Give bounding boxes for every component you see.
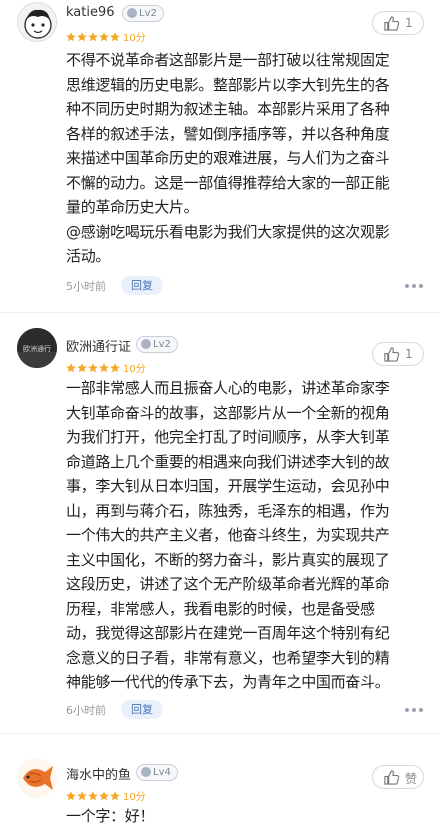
avatar-text: 欧洲通行	[23, 344, 51, 353]
content-line: 各样的叙述手法，譬如倒序插序等，并以各种角度	[66, 124, 390, 143]
content-line: 不得不说革命者这部影片是一部打破以往常规固定	[66, 51, 390, 69]
like-button[interactable]: 1	[372, 342, 424, 366]
content-line: 活动。	[66, 247, 111, 265]
content-line: 量的革命历史大片。	[66, 198, 199, 216]
content-line: 为我们打开，他完全打乱了时间顺序，从李大钊革	[66, 428, 390, 446]
star-icon	[99, 31, 109, 41]
avatar[interactable]: 欧洲通行	[17, 328, 57, 368]
timestamp: 5小时前	[66, 280, 106, 293]
content-line: 思维逻辑的历史电影。整部影片以李大钊先生的各	[66, 75, 390, 94]
username[interactable]: 欧洲通行证	[66, 336, 131, 355]
content-line: 来描述中国革命历史的艰难进展，与人们为之奋斗	[66, 149, 390, 167]
content-line: 动，我觉得这部影片在建党一百周年这个特别有纪	[66, 624, 390, 642]
content-line: 大钊革命奋斗的故事，这部影片从一个全新的视角	[66, 403, 390, 422]
level-icon	[141, 339, 151, 349]
level-badge: Lv2	[122, 5, 164, 22]
review-content: 不得不说革命者这部影片是一部打破以往常规固定 思维逻辑的历史电影。整部影片以李大…	[66, 48, 430, 269]
content-line: @感谢吃喝玩乐看电影为我们大家提供的这次观影	[66, 222, 390, 241]
review-item: katie96 Lv2 10分 1 不得不说革命者这部影片是一部打破以往常规固定…	[0, 0, 440, 310]
avatar-photo-icon: 欧洲通行	[17, 328, 57, 368]
thumbs-up-icon	[384, 770, 400, 785]
star-rating: 10分	[66, 26, 146, 44]
divider	[0, 312, 440, 313]
more-options-icon[interactable]	[405, 284, 423, 290]
review-content: 一个字：好！	[66, 804, 430, 829]
like-label: 赞	[405, 772, 418, 786]
like-count: 1	[405, 347, 413, 361]
content-line: 种不同历史时期为叙述主轴。本部影片采用了各种	[66, 100, 390, 118]
content-line: 一个字：好！	[66, 807, 155, 825]
star-rating: 10分	[66, 785, 146, 803]
star-icon	[66, 31, 76, 41]
level-icon	[127, 8, 137, 18]
like-button[interactable]: 赞	[372, 765, 424, 789]
star-icon	[110, 362, 120, 372]
star-icon	[110, 790, 120, 800]
content-line: 神能够一代代的传承下去，为青年之中国而奋斗。	[66, 673, 390, 691]
level-text: Lv2	[139, 8, 157, 19]
content-line: 主义中国化，不断的努力奋斗，影片真实的展现了	[66, 550, 390, 569]
like-button[interactable]: 1	[372, 11, 424, 35]
level-text: Lv4	[153, 767, 171, 778]
star-icon	[110, 31, 120, 41]
reply-button[interactable]: 回复	[121, 276, 163, 295]
star-rating: 10分	[66, 357, 146, 375]
content-line: 历程，非常感人，我看电影的时候，也是备受感	[66, 599, 375, 618]
level-icon	[141, 767, 151, 777]
review-item: 欧洲通行 欧洲通行证 Lv2 10分 1 一部非常感人而且振奋人心的电影，讲述革…	[0, 320, 440, 730]
score-text: 10分	[123, 792, 146, 803]
username[interactable]: katie96	[66, 5, 115, 20]
star-icon	[77, 362, 87, 372]
more-options-icon[interactable]	[405, 708, 423, 714]
level-text: Lv2	[153, 339, 171, 350]
divider	[0, 733, 440, 734]
star-icon	[99, 790, 109, 800]
thumbs-up-icon	[384, 347, 400, 362]
star-icon	[77, 31, 87, 41]
star-icon	[66, 362, 76, 372]
content-line: 山，再到与蒋介石，陈独秀，毛泽东的相遇，作为	[66, 501, 390, 520]
thumbs-up-icon	[384, 16, 400, 31]
content-line: 一个伟大的共产主义者，他奋斗终生，为实现共产	[66, 526, 390, 544]
content-line: 一部非常感人而且振奋人心的电影，讲述革命家李	[66, 379, 390, 397]
star-icon	[99, 362, 109, 372]
content-line: 念意义的日子看，非常有意义，也希望李大钊的精	[66, 648, 390, 667]
reply-button[interactable]: 回复	[121, 700, 163, 719]
score-text: 10分	[123, 364, 146, 375]
score-text: 10分	[123, 33, 146, 44]
avatar[interactable]	[17, 2, 57, 42]
content-line: 事，李大钊从日本归国，开展学生运动，会见孙中	[66, 477, 390, 495]
timestamp: 6小时前	[66, 704, 106, 717]
like-count: 1	[405, 16, 413, 30]
level-badge: Lv2	[136, 336, 178, 353]
avatar[interactable]	[17, 758, 57, 798]
username[interactable]: 海水中的鱼	[66, 764, 131, 783]
star-icon	[66, 790, 76, 800]
cartoon-face-icon	[24, 9, 52, 39]
content-line: 命道路上几个重要的相遇来向我们讲述李大钊的故	[66, 452, 390, 471]
star-icon	[77, 790, 87, 800]
star-icon	[88, 790, 98, 800]
star-icon	[88, 31, 98, 41]
review-content: 一部非常感人而且振奋人心的电影，讲述革命家李 大钊革命奋斗的故事，这部影片从一个…	[66, 376, 430, 695]
review-item: 海水中的鱼 Lv4 10分 赞 一个字：好！	[0, 740, 440, 838]
fish-icon	[23, 766, 53, 790]
content-line: 不懈的动力。这是一部值得推荐给大家的一部正能	[66, 173, 390, 192]
content-line: 这段历史，讲述了这个无产阶级革命者光辉的革命	[66, 575, 390, 593]
star-icon	[88, 362, 98, 372]
level-badge: Lv4	[136, 764, 178, 781]
